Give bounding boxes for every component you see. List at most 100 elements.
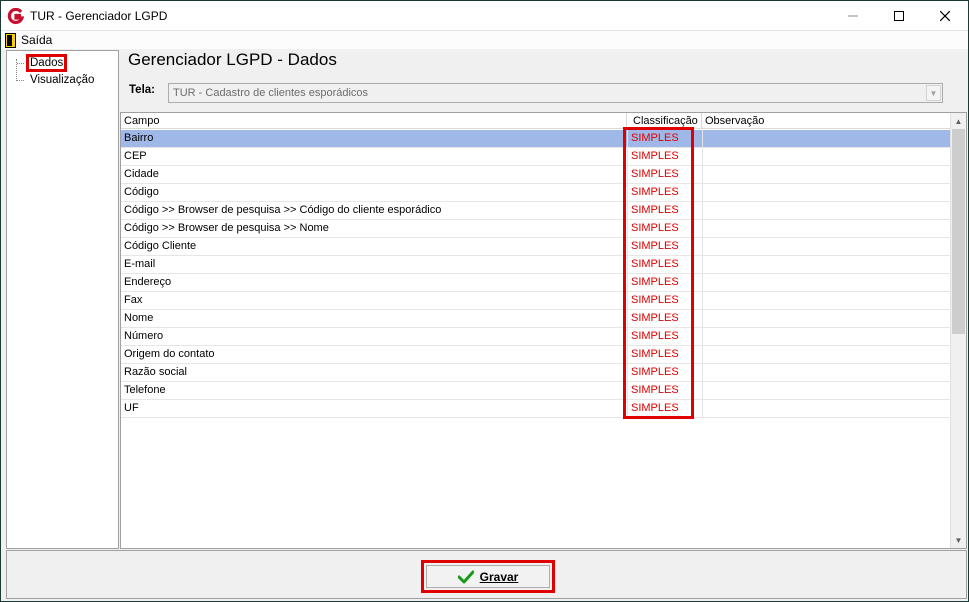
vertical-scrollbar[interactable]: ▲ ▼ (950, 113, 966, 548)
cell-campo: Telefone (124, 384, 166, 396)
cell-classificacao[interactable]: SIMPLES (627, 292, 702, 309)
close-button[interactable] (922, 1, 968, 31)
data-grid[interactable]: Campo Classificação Observação Bairro SIM… (120, 112, 967, 549)
cell-campo: CEP (124, 150, 147, 162)
cell-observacao[interactable] (702, 382, 952, 399)
cell-observacao[interactable] (702, 292, 952, 309)
cell-classificacao[interactable]: SIMPLES (627, 310, 702, 327)
cell-observacao[interactable] (702, 166, 952, 183)
cell-observacao[interactable] (702, 130, 952, 147)
tela-select-value: TUR - Cadastro de clientes esporádicos (173, 87, 369, 99)
scroll-down-icon[interactable]: ▼ (951, 532, 966, 548)
tree-connector (17, 80, 24, 81)
table-row[interactable]: Origem do contato SIMPLES (121, 346, 952, 364)
grid-header: Campo Classificação Observação (121, 113, 952, 129)
tree-item-dados[interactable]: Dados (26, 54, 68, 72)
grid-rows: Bairro SIMPLES CEP SIMPLES Cidade SIMPLES C… (121, 130, 952, 418)
app-logo-icon (7, 8, 24, 25)
cell-campo: Cidade (124, 168, 159, 180)
cell-classificacao[interactable]: SIMPLES (627, 238, 702, 255)
cell-observacao[interactable] (702, 220, 952, 237)
cell-observacao[interactable] (702, 400, 952, 417)
scroll-up-icon[interactable]: ▲ (951, 113, 966, 129)
cell-observacao[interactable] (702, 256, 952, 273)
cell-classificacao[interactable]: SIMPLES (627, 184, 702, 201)
menu-exit-label: Saída (21, 33, 53, 47)
cell-campo: Código >> Browser de pesquisa >> Código … (124, 204, 442, 216)
scrollbar-thumb[interactable] (952, 129, 965, 334)
cell-classificacao[interactable]: SIMPLES (627, 274, 702, 291)
cell-campo: Origem do contato (124, 348, 215, 360)
cell-classificacao[interactable]: SIMPLES (627, 328, 702, 345)
cell-observacao[interactable] (702, 238, 952, 255)
table-row[interactable]: Endereço SIMPLES (121, 274, 952, 292)
table-row[interactable]: Nome SIMPLES (121, 310, 952, 328)
table-row[interactable]: CEP SIMPLES (121, 148, 952, 166)
app-window: TUR - Gerenciador LGPD Saída Dados Visua… (0, 0, 969, 602)
tree-connector (17, 63, 24, 64)
cell-observacao[interactable] (702, 328, 952, 345)
tela-label: Tela: (129, 84, 155, 96)
maximize-icon (894, 11, 904, 21)
cell-campo: E-mail (124, 258, 156, 270)
cell-campo: Razão social (124, 366, 187, 378)
cell-campo: Número (124, 330, 164, 342)
cell-observacao[interactable] (702, 346, 952, 363)
cell-classificacao[interactable]: SIMPLES (627, 166, 702, 183)
cell-classificacao[interactable]: SIMPLES (627, 364, 702, 381)
cell-classificacao[interactable]: SIMPLES (627, 148, 702, 165)
page-title: Gerenciador LGPD - Dados (128, 50, 337, 69)
minimize-icon (848, 15, 858, 17)
window-title: TUR - Gerenciador LGPD (30, 9, 168, 23)
table-row[interactable]: E-mail SIMPLES (121, 256, 952, 274)
maximize-button[interactable] (876, 1, 922, 31)
cell-campo: Código (124, 186, 159, 198)
main-panel: Gerenciador LGPD - Dados Tela: TUR - Cad… (120, 50, 968, 549)
cell-campo: Endereço (124, 276, 172, 288)
cell-campo: UF (124, 402, 139, 414)
table-row[interactable]: Cidade SIMPLES (121, 166, 952, 184)
table-row[interactable]: Número SIMPLES (121, 328, 952, 346)
cell-observacao[interactable] (702, 202, 952, 219)
menu-exit[interactable]: Saída (5, 32, 52, 48)
title-bar[interactable]: TUR - Gerenciador LGPD (1, 1, 968, 31)
tree-item-visualizacao[interactable]: Visualização (30, 72, 94, 87)
cell-observacao[interactable] (702, 364, 952, 381)
cell-campo: Código >> Browser de pesquisa >> Nome (124, 222, 329, 234)
cell-observacao[interactable] (702, 310, 952, 327)
cell-classificacao[interactable]: SIMPLES (627, 346, 702, 363)
table-row[interactable]: Código Cliente SIMPLES (121, 238, 952, 256)
column-header-observacao[interactable]: Observação (702, 113, 952, 129)
table-row[interactable]: Fax SIMPLES (121, 292, 952, 310)
dropdown-arrow-icon[interactable]: ▼ (926, 85, 941, 101)
save-button[interactable]: Gravar (426, 565, 550, 588)
cell-classificacao[interactable]: SIMPLES (627, 130, 702, 147)
cell-campo: Bairro (124, 132, 154, 144)
table-row[interactable]: Código >> Browser de pesquisa >> Código … (121, 202, 952, 220)
cell-observacao[interactable] (702, 184, 952, 201)
table-row[interactable]: UF SIMPLES (121, 400, 952, 418)
cell-observacao[interactable] (702, 148, 952, 165)
column-header-campo[interactable]: Campo (121, 113, 627, 129)
close-icon (940, 11, 950, 21)
cell-classificacao[interactable]: SIMPLES (627, 382, 702, 399)
cell-classificacao[interactable]: SIMPLES (627, 256, 702, 273)
navigation-tree: Dados Visualização (6, 50, 119, 549)
menu-bar: Saída (1, 31, 968, 49)
tela-select[interactable]: TUR - Cadastro de clientes esporádicos ▼ (168, 83, 943, 103)
table-row[interactable]: Razão social SIMPLES (121, 364, 952, 382)
minimize-button[interactable] (830, 1, 876, 31)
table-row[interactable]: Código SIMPLES (121, 184, 952, 202)
cell-campo: Nome (124, 312, 154, 324)
table-row[interactable]: Telefone SIMPLES (121, 382, 952, 400)
footer-bar: Gravar (6, 550, 967, 599)
table-row[interactable]: Código >> Browser de pesquisa >> Nome SIM… (121, 220, 952, 238)
cell-classificacao[interactable]: SIMPLES (627, 400, 702, 417)
cell-classificacao[interactable]: SIMPLES (627, 202, 702, 219)
cell-campo: Código Cliente (124, 240, 197, 252)
cell-observacao[interactable] (702, 274, 952, 291)
column-header-classificacao[interactable]: Classificação (627, 113, 702, 129)
cell-classificacao[interactable]: SIMPLES (627, 220, 702, 237)
cell-campo: Fax (124, 294, 143, 306)
table-row[interactable]: Bairro SIMPLES (121, 130, 952, 148)
